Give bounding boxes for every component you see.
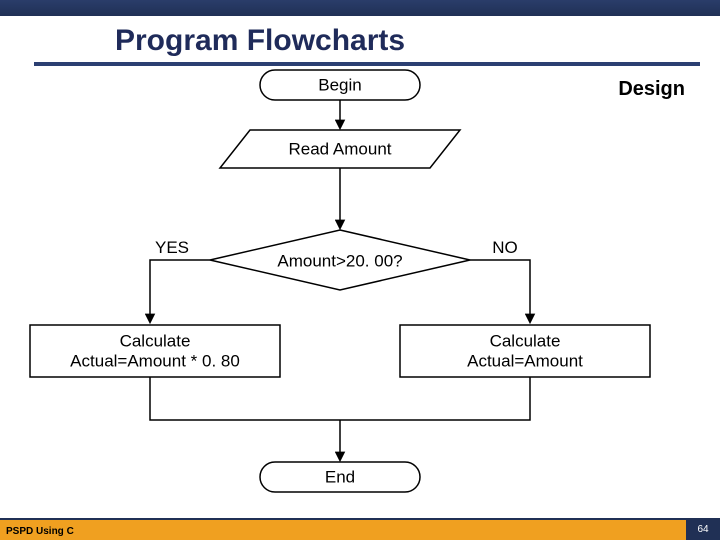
- page-number: 64: [686, 520, 720, 540]
- decision-node: Amount>20. 00?: [210, 230, 470, 290]
- calc-yes-l2: Actual=Amount * 0. 80: [70, 351, 240, 370]
- begin-label: Begin: [318, 75, 361, 94]
- decision-label: Amount>20. 00?: [277, 251, 402, 270]
- footer-left: PSPD Using C: [6, 526, 74, 537]
- read-label: Read Amount: [288, 139, 391, 158]
- calc-no-node: Calculate Actual=Amount: [400, 325, 650, 377]
- merge-left: [150, 377, 340, 420]
- calc-yes-node: Calculate Actual=Amount * 0. 80: [30, 325, 280, 377]
- flowchart: Begin Read Amount Amount>20. 00? YES NO …: [0, 0, 720, 540]
- footer-bar: [0, 518, 720, 540]
- merge-right: [340, 377, 530, 420]
- calc-no-l1: Calculate: [490, 331, 561, 350]
- arrow-yes: [150, 260, 210, 322]
- calc-no-l2: Actual=Amount: [467, 351, 583, 370]
- read-node: Read Amount: [220, 130, 460, 168]
- calc-yes-l1: Calculate: [120, 331, 191, 350]
- arrow-no: [470, 260, 530, 322]
- yes-label: YES: [155, 238, 189, 257]
- no-label: NO: [492, 238, 518, 257]
- begin-node: Begin: [260, 70, 420, 100]
- end-label: End: [325, 467, 355, 486]
- end-node: End: [260, 462, 420, 492]
